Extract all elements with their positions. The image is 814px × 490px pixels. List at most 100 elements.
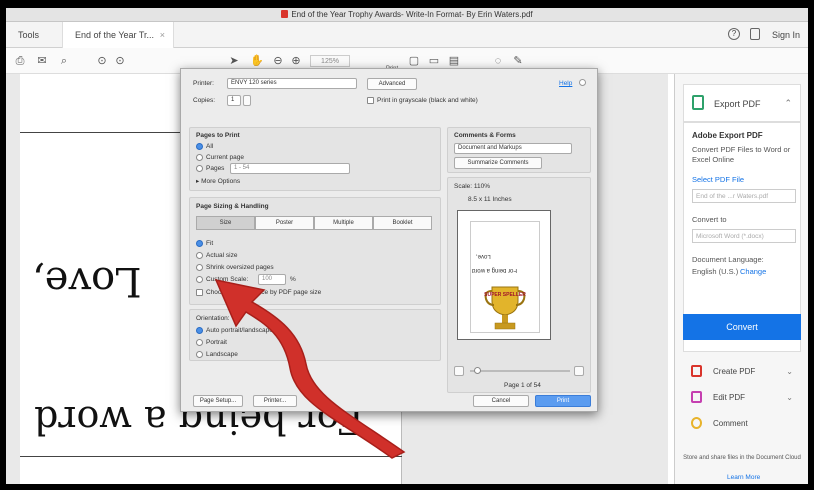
- landscape-radio[interactable]: [196, 351, 203, 358]
- pages-radio[interactable]: [196, 165, 203, 172]
- comment-tool[interactable]: Comment: [683, 414, 801, 434]
- zoom-out-icon[interactable]: ⊖: [272, 55, 284, 67]
- preview-scale: Scale: 110%: [454, 183, 491, 190]
- page-down-icon[interactable]: ⊙: [114, 55, 126, 67]
- create-pdf-tool[interactable]: Create PDF ⌄: [683, 362, 801, 382]
- search-icon[interactable]: ⌕: [58, 55, 70, 67]
- create-pdf-label: Create PDF: [713, 367, 756, 376]
- pages-to-print-title: Pages to Print: [196, 132, 240, 139]
- print-icon[interactable]: ⎙: [14, 55, 26, 67]
- pen-icon[interactable]: ✎: [512, 55, 524, 67]
- title-bar: End of the Year Trophy Awards- Write-In …: [6, 8, 808, 22]
- printer-select[interactable]: ENVY 120 series: [227, 78, 357, 89]
- preview-text-word: For being a word: [472, 267, 518, 273]
- export-pdf-header[interactable]: Export PDF ⌃: [683, 84, 801, 122]
- current-page-radio[interactable]: [196, 154, 203, 161]
- grayscale-checkbox[interactable]: [367, 97, 374, 104]
- custom-scale-input[interactable]: 100: [258, 274, 286, 285]
- paper-source-label: Choose paper source by PDF page size: [206, 289, 322, 296]
- edit-pdf-icon: [691, 391, 702, 403]
- comments-forms-box: Comments & Forms Document and Markups Su…: [447, 127, 591, 173]
- window-title: End of the Year Trophy Awards- Write-In …: [291, 10, 533, 19]
- chevron-down-icon[interactable]: ⌄: [786, 367, 793, 376]
- printer-button[interactable]: Printer...: [253, 395, 297, 407]
- zoom-select[interactable]: 125%: [310, 55, 350, 67]
- help-icon[interactable]: ?: [728, 28, 740, 40]
- preview-slider[interactable]: [470, 370, 570, 372]
- advanced-button[interactable]: Advanced: [367, 78, 417, 90]
- adobe-export-title: Adobe Export PDF: [692, 131, 763, 140]
- fit-radio[interactable]: [196, 240, 203, 247]
- tools-tab[interactable]: Tools: [18, 30, 39, 40]
- store-text: Store and share files in the Document Cl…: [683, 455, 801, 461]
- actual-size-radio[interactable]: [196, 252, 203, 259]
- cancel-button[interactable]: Cancel: [473, 395, 529, 407]
- tab-poster[interactable]: Poster: [255, 216, 314, 230]
- custom-scale-radio[interactable]: [196, 276, 203, 283]
- email-icon[interactable]: ✉: [36, 55, 48, 67]
- paper-source-checkbox[interactable]: [196, 289, 203, 296]
- print-dialog: Printer: ENVY 120 series Advanced Help C…: [180, 68, 598, 412]
- export-pdf-icon: [692, 95, 704, 110]
- export-pdf-label: Export PDF: [714, 99, 761, 109]
- tab-multiple[interactable]: Multiple: [314, 216, 373, 230]
- tab-size[interactable]: Size: [196, 216, 255, 230]
- convert-to-label: Convert to: [692, 215, 727, 224]
- printer-label: Printer:: [193, 80, 214, 87]
- close-tab-icon[interactable]: ×: [160, 30, 165, 40]
- right-panel: Export PDF ⌃ Adobe Export PDF Convert PD…: [674, 74, 808, 484]
- scroll-mode-icon[interactable]: ▤: [448, 55, 460, 67]
- learn-more-link[interactable]: Learn More: [727, 474, 760, 481]
- preview-next-button[interactable]: [574, 366, 584, 376]
- document-tab-label: End of the Year Tr...: [75, 30, 155, 40]
- two-page-icon[interactable]: ▭: [428, 55, 440, 67]
- page-setup-button[interactable]: Page Setup...: [193, 395, 243, 407]
- copies-input[interactable]: 1: [227, 95, 241, 106]
- notification-icon[interactable]: [750, 28, 760, 40]
- grayscale-label: Print in grayscale (black and white): [377, 97, 478, 104]
- portrait-radio[interactable]: [196, 339, 203, 346]
- hand-tool-icon[interactable]: ✋: [250, 55, 264, 67]
- document-tab[interactable]: End of the Year Tr... ×: [62, 22, 174, 48]
- fit-label: Fit: [206, 240, 214, 247]
- chevron-down-icon[interactable]: ⌄: [786, 393, 793, 402]
- pages-to-print-box: Pages to Print All Current page Pages 1 …: [189, 127, 441, 191]
- auto-orientation-radio[interactable]: [196, 327, 203, 334]
- comments-select[interactable]: Document and Markups: [454, 143, 572, 154]
- preview-paper-size: 8.5 x 11 Inches: [468, 196, 512, 203]
- zoom-in-icon[interactable]: ⊕: [290, 55, 302, 67]
- landscape-label: Landscape: [206, 351, 238, 358]
- help-link[interactable]: Help: [559, 80, 572, 87]
- convert-button[interactable]: Convert: [683, 314, 801, 340]
- file-field[interactable]: End of the ...r Waters.pdf: [692, 189, 796, 203]
- preview-slider-thumb[interactable]: [474, 367, 481, 374]
- shrink-radio[interactable]: [196, 264, 203, 271]
- pages-range-input[interactable]: 1 - 54: [230, 163, 350, 174]
- fit-page-icon[interactable]: ▢: [408, 55, 420, 67]
- select-file-label: Select PDF File: [692, 175, 745, 184]
- all-radio[interactable]: [196, 143, 203, 150]
- copies-label: Copies:: [193, 97, 216, 104]
- summarize-comments-button[interactable]: Summarize Comments: [454, 157, 542, 169]
- copies-stepper[interactable]: [243, 95, 251, 106]
- change-language-link[interactable]: Change: [740, 267, 766, 276]
- tab-booklet[interactable]: Booklet: [373, 216, 432, 230]
- page-up-icon[interactable]: ⊙: [96, 55, 108, 67]
- trophy-text: SUPER SPELLER: [484, 292, 526, 298]
- chevron-up-icon[interactable]: ⌃: [784, 98, 792, 109]
- custom-scale-label: Custom Scale:: [206, 276, 249, 283]
- more-options-toggle[interactable]: ▸ More Options: [196, 177, 240, 185]
- preview-page-count: Page 1 of 54: [504, 382, 541, 389]
- print-button[interactable]: Print: [535, 395, 591, 407]
- comment-icon[interactable]: ◌: [492, 55, 504, 67]
- convert-format-select[interactable]: Microsoft Word (*.docx): [692, 229, 796, 243]
- orientation-box: Orientation: Auto portrait/landscape Por…: [189, 309, 441, 361]
- page-rule: [20, 456, 402, 457]
- edit-pdf-tool[interactable]: Edit PDF ⌄: [683, 388, 801, 408]
- settings-icon[interactable]: [579, 79, 586, 86]
- sign-in-link[interactable]: Sign In: [772, 30, 800, 40]
- preview-prev-button[interactable]: [454, 366, 464, 376]
- page-sizing-box: Page Sizing & Handling Size Poster Multi…: [189, 197, 441, 305]
- select-tool-icon[interactable]: ➤: [228, 55, 240, 67]
- preview-text-love: Love,: [476, 253, 491, 259]
